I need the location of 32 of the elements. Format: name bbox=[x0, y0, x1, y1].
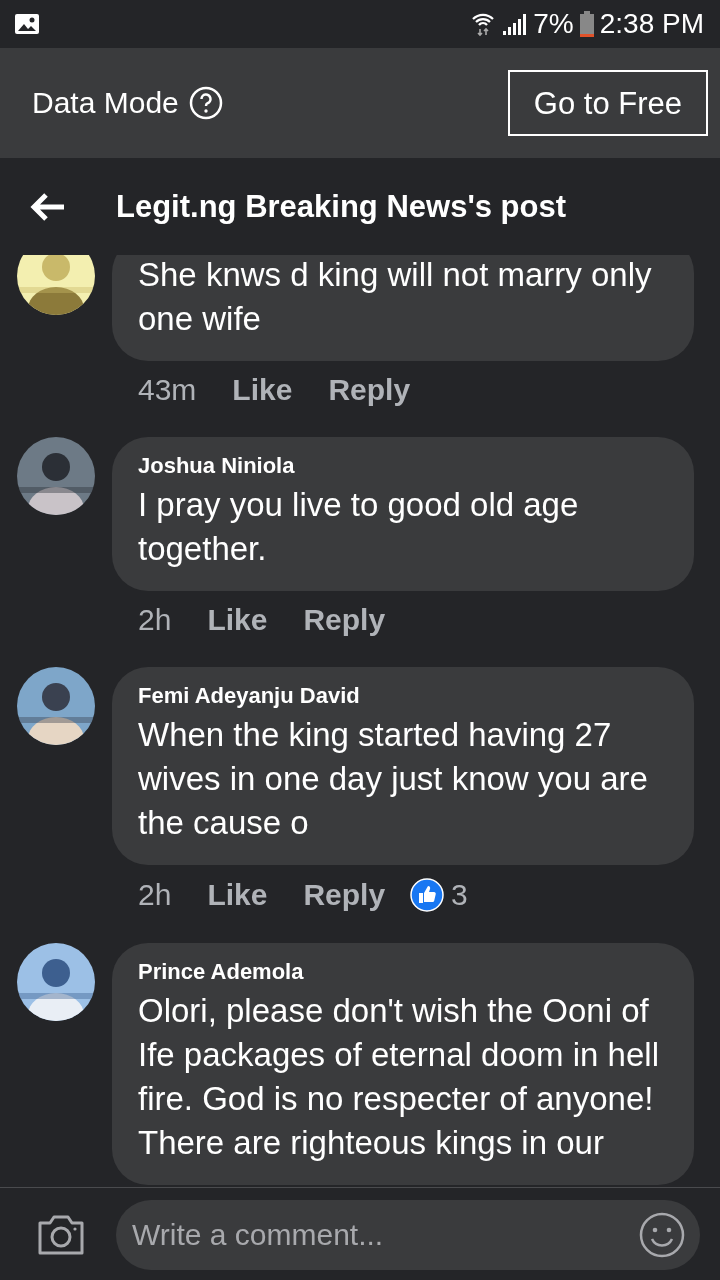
smiley-icon[interactable] bbox=[638, 1210, 686, 1259]
author-name[interactable]: Prince Ademola bbox=[138, 959, 668, 985]
like-link[interactable]: Like bbox=[207, 878, 268, 912]
comment-text: When the king started having 27 wives in one day just know you are the cause o bbox=[138, 715, 649, 843]
thumbs-up-icon bbox=[409, 877, 446, 913]
reaction-count: 3 bbox=[451, 878, 468, 912]
wifi-icon bbox=[471, 11, 496, 37]
go-to-free-button[interactable]: Go to Free bbox=[507, 70, 708, 136]
battery-icon bbox=[579, 11, 594, 37]
comment-time: 43m bbox=[138, 373, 197, 407]
reply-link[interactable]: Reply bbox=[303, 878, 386, 912]
comment-field[interactable]: Write a comment... bbox=[116, 1199, 700, 1270]
help-icon[interactable] bbox=[188, 86, 223, 120]
signal-icon bbox=[501, 12, 528, 36]
clock-time: 2:38 PM bbox=[599, 8, 704, 40]
image-icon bbox=[14, 13, 40, 35]
comment-time: 2h bbox=[138, 603, 172, 637]
data-mode-label: Data Mode bbox=[32, 86, 179, 120]
comment-text: I pray you live to good old age together. bbox=[138, 485, 580, 569]
battery-level: 7% bbox=[533, 8, 574, 40]
post-title: Legit.ng Breaking News's post bbox=[116, 188, 567, 225]
like-link[interactable]: Like bbox=[207, 603, 268, 637]
like-link[interactable]: Like bbox=[232, 373, 293, 407]
reply-link[interactable]: Reply bbox=[303, 603, 386, 637]
reply-link[interactable]: Reply bbox=[328, 373, 411, 407]
author-name[interactable]: Femi Adeyanju David bbox=[138, 683, 668, 709]
comment-text: Olori, please don't wish the Ooni of Ife packages of eternal doom in hell fire. God is no respecter of anyone! There are righteous kings in our bbox=[138, 991, 660, 1163]
comment-input[interactable]: Write a comment... bbox=[130, 1216, 638, 1253]
back-icon[interactable] bbox=[30, 191, 66, 222]
author-name[interactable]: Joshua Niniola bbox=[138, 453, 668, 479]
comment-time: 2h bbox=[138, 878, 172, 912]
comment-text: She knws d king will not marry only one wife bbox=[138, 255, 653, 339]
